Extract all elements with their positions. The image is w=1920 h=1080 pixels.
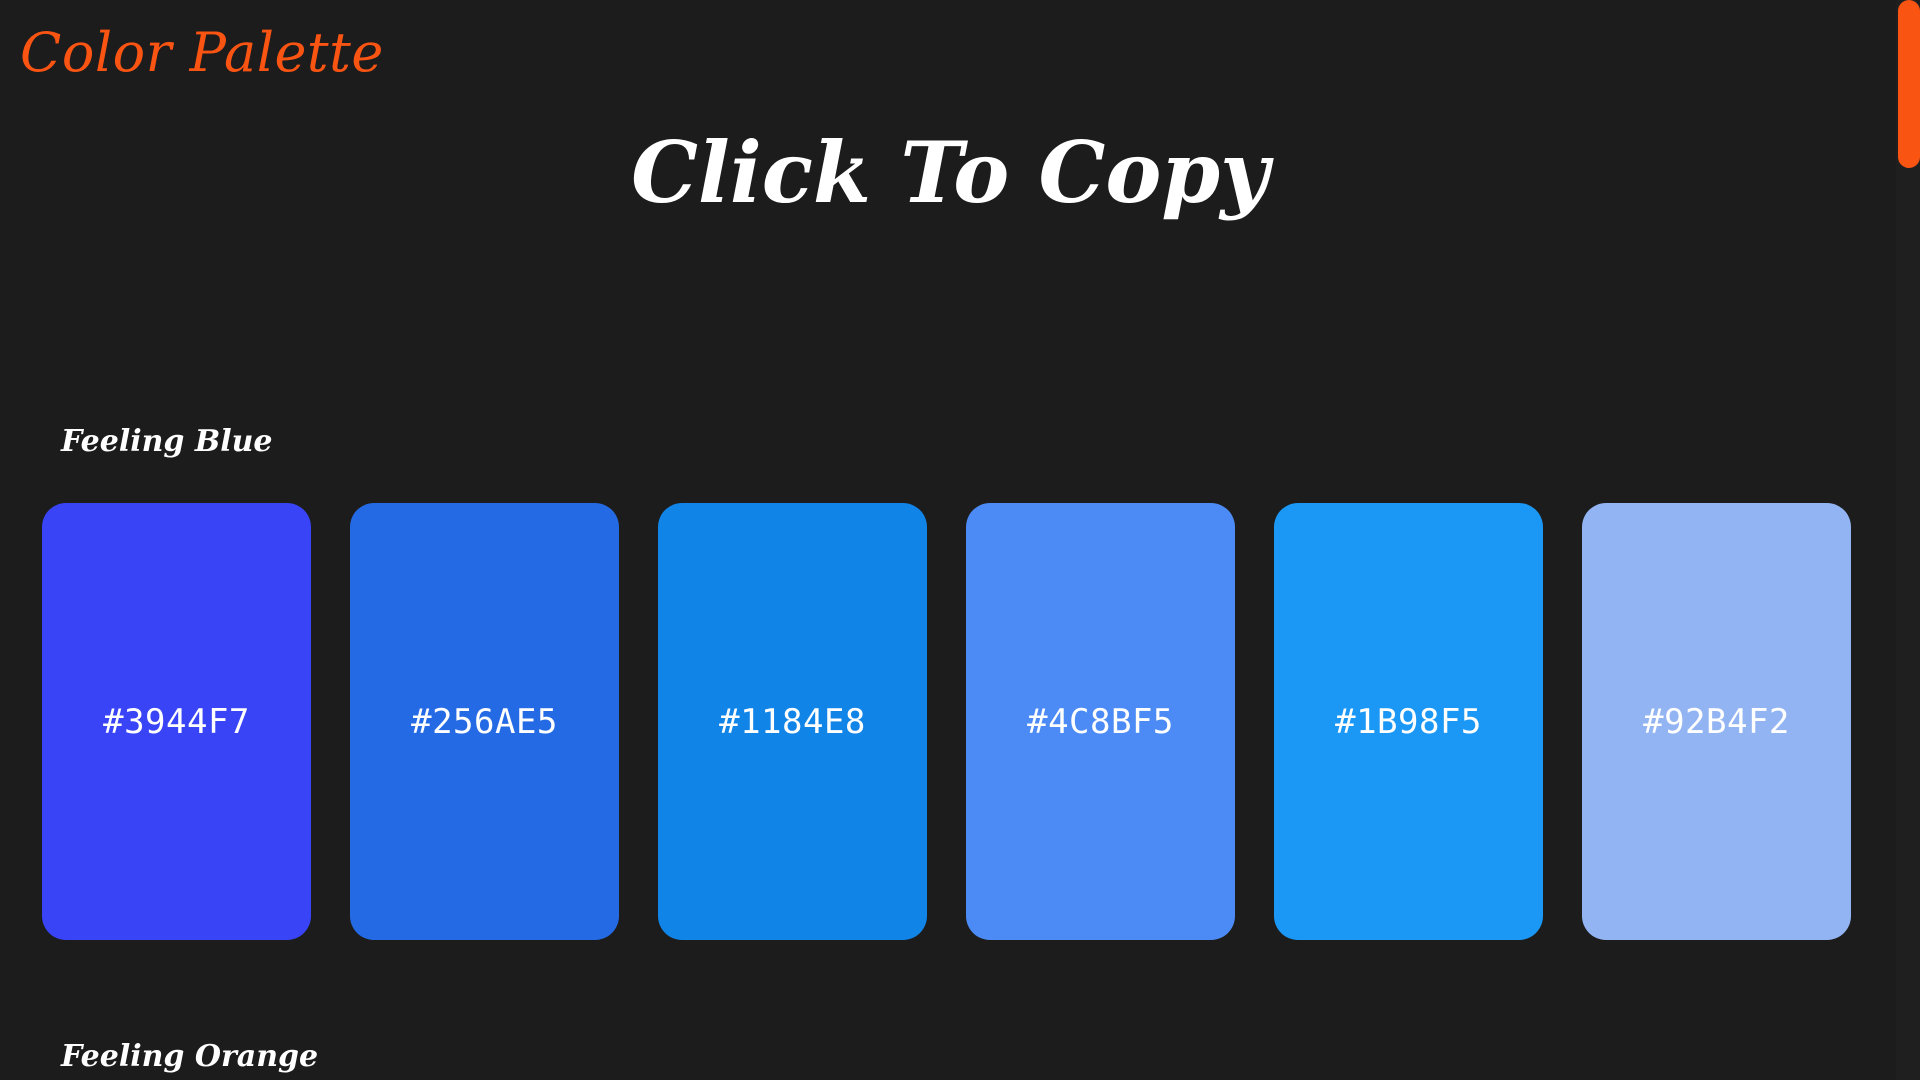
swatch-hex-label: #3944F7 [103,701,250,742]
scrollbar-track[interactable] [1896,0,1920,1080]
scrollbar-thumb[interactable] [1898,0,1920,168]
swatch-hex-label: #1184E8 [719,701,866,742]
section-title-feeling-blue: Feeling Blue [61,424,273,459]
blue-swatch-row: #3944F7 #256AE5 #1184E8 #4C8BF5 #1B98F5 … [42,503,1851,940]
color-swatch-1[interactable]: #3944F7 [42,503,311,940]
swatch-hex-label: #92B4F2 [1643,701,1790,742]
swatch-hex-label: #256AE5 [411,701,558,742]
page: Color Palette Click To Copy Feeling Blue… [0,0,1920,1080]
swatch-hex-label: #4C8BF5 [1027,701,1174,742]
swatch-hex-label: #1B98F5 [1335,701,1482,742]
color-swatch-5[interactable]: #1B98F5 [1274,503,1543,940]
color-swatch-6[interactable]: #92B4F2 [1582,503,1851,940]
color-swatch-2[interactable]: #256AE5 [350,503,619,940]
color-swatch-3[interactable]: #1184E8 [658,503,927,940]
brand-title[interactable]: Color Palette [20,14,384,92]
section-title-feeling-orange: Feeling Orange [61,1039,319,1074]
hero-title: Click To Copy [631,123,1269,222]
color-swatch-4[interactable]: #4C8BF5 [966,503,1235,940]
